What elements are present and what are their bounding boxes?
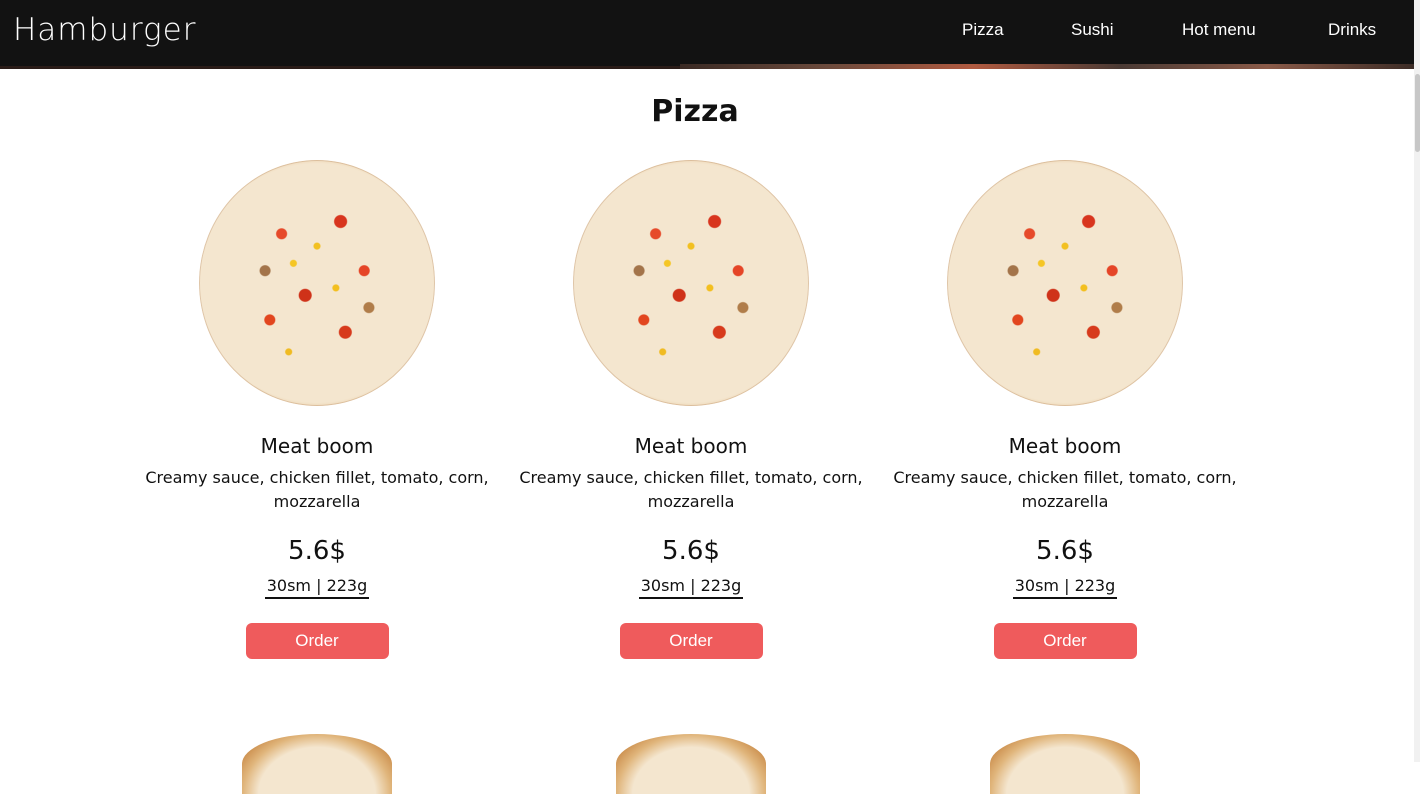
- order-button[interactable]: Order: [245, 623, 389, 659]
- product-card: Meat boom Creamy sauce, chicken fillet, …: [504, 160, 878, 659]
- product-price: 5.6$: [1036, 536, 1094, 566]
- nav-item-pizza[interactable]: Pizza: [962, 20, 1004, 40]
- scrollbar-thumb[interactable]: [1415, 74, 1420, 152]
- pizza-image: [573, 160, 809, 406]
- nav-item-drinks[interactable]: Drinks: [1328, 20, 1376, 40]
- product-size: 30sm | 223g: [264, 576, 370, 599]
- logo[interactable]: Hamburger: [13, 12, 196, 48]
- pizza-image: [199, 160, 435, 406]
- pizza-image-partial: [242, 734, 392, 794]
- product-description: Creamy sauce, chicken fillet, tomato, co…: [145, 468, 489, 511]
- site-header: Hamburger Pizza Sushi Hot menu Drinks: [0, 0, 1414, 69]
- order-button[interactable]: Order: [993, 623, 1137, 659]
- nav-item-hot-menu[interactable]: Hot menu: [1182, 20, 1256, 40]
- page-scrollbar[interactable]: [1414, 0, 1420, 762]
- header-banner-image: [680, 64, 1414, 69]
- pizza-image: [947, 160, 1183, 406]
- product-card: Meat boom Creamy sauce, chicken fillet, …: [878, 160, 1252, 659]
- product-size: 30sm | 223g: [638, 576, 744, 599]
- product-price: 5.6$: [288, 536, 346, 566]
- nav-item-sushi[interactable]: Sushi: [1071, 20, 1114, 40]
- pizza-image-partial: [990, 734, 1140, 794]
- product-description: Creamy sauce, chicken fillet, tomato, co…: [893, 468, 1237, 511]
- product-name: Meat boom: [1008, 434, 1122, 458]
- product-name: Meat boom: [260, 434, 374, 458]
- product-description: Creamy sauce, chicken fillet, tomato, co…: [519, 468, 863, 511]
- pizza-image-partial: [616, 734, 766, 794]
- product-name: Meat boom: [634, 434, 748, 458]
- product-card: Meat boom Creamy sauce, chicken fillet, …: [130, 160, 504, 659]
- section-title: Pizza: [651, 94, 739, 129]
- product-size: 30sm | 223g: [1012, 576, 1118, 599]
- order-button[interactable]: Order: [619, 623, 763, 659]
- product-price: 5.6$: [662, 536, 720, 566]
